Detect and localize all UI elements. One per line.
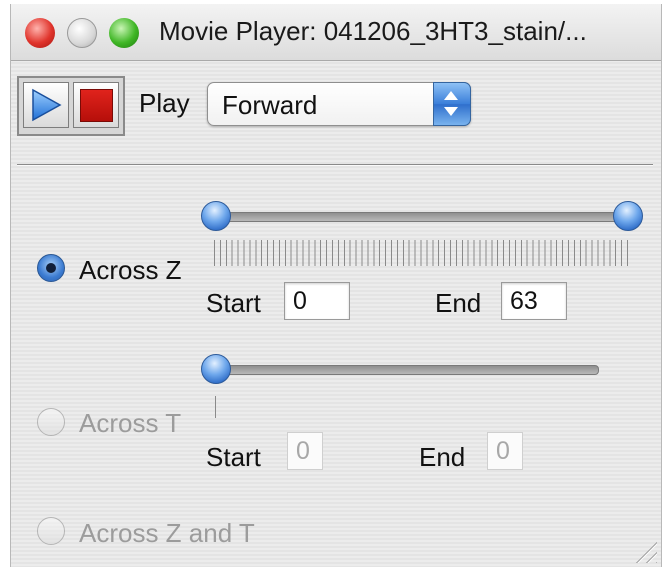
play-label: Play bbox=[139, 88, 190, 118]
z-end-label: End bbox=[435, 288, 482, 318]
t-end-field[interactable]: 0 bbox=[487, 432, 523, 470]
play-button[interactable] bbox=[23, 82, 69, 128]
close-window-button[interactable] bbox=[25, 18, 55, 48]
playback-buttons-group bbox=[17, 76, 125, 136]
stop-button[interactable] bbox=[73, 82, 119, 128]
title-bar[interactable]: Movie Player: 041206_3HT3_stain/... bbox=[11, 4, 661, 61]
across-z-and-t-label: Across Z and T bbox=[79, 518, 255, 548]
zoom-window-button[interactable] bbox=[109, 18, 139, 48]
across-z-and-t-radio[interactable] bbox=[37, 517, 65, 545]
z-range-slider-track[interactable] bbox=[217, 212, 629, 222]
play-direction-value: Forward bbox=[222, 90, 318, 120]
across-t-radio[interactable] bbox=[37, 408, 65, 436]
t-slider-knob[interactable] bbox=[201, 354, 231, 384]
z-slider-ticks bbox=[214, 240, 631, 266]
play-direction-dropdown[interactable]: Forward bbox=[207, 82, 471, 126]
t-end-label: End bbox=[419, 442, 466, 472]
z-end-field[interactable]: 63 bbox=[501, 282, 567, 320]
resize-handle-icon[interactable] bbox=[633, 539, 657, 563]
t-slider-tick bbox=[215, 396, 216, 418]
play-icon bbox=[32, 88, 62, 122]
across-z-radio[interactable] bbox=[37, 254, 65, 282]
z-end-slider-knob[interactable] bbox=[613, 201, 643, 231]
stop-icon bbox=[80, 89, 113, 122]
movie-player-window: Movie Player: 041206_3HT3_stain/... Play… bbox=[10, 4, 662, 567]
z-start-field[interactable]: 0 bbox=[284, 282, 350, 320]
t-start-field[interactable]: 0 bbox=[287, 432, 323, 470]
across-t-label: Across T bbox=[79, 408, 182, 438]
t-start-label: Start bbox=[206, 442, 261, 472]
across-z-label: Across Z bbox=[79, 255, 182, 285]
z-start-slider-knob[interactable] bbox=[201, 201, 231, 231]
z-start-label: Start bbox=[206, 288, 261, 318]
dropdown-arrows-icon bbox=[433, 82, 471, 126]
separator bbox=[17, 164, 653, 166]
t-range-slider-track[interactable] bbox=[217, 365, 599, 375]
minimize-window-button[interactable] bbox=[67, 18, 97, 48]
window-title: Movie Player: 041206_3HT3_stain/... bbox=[159, 16, 587, 46]
